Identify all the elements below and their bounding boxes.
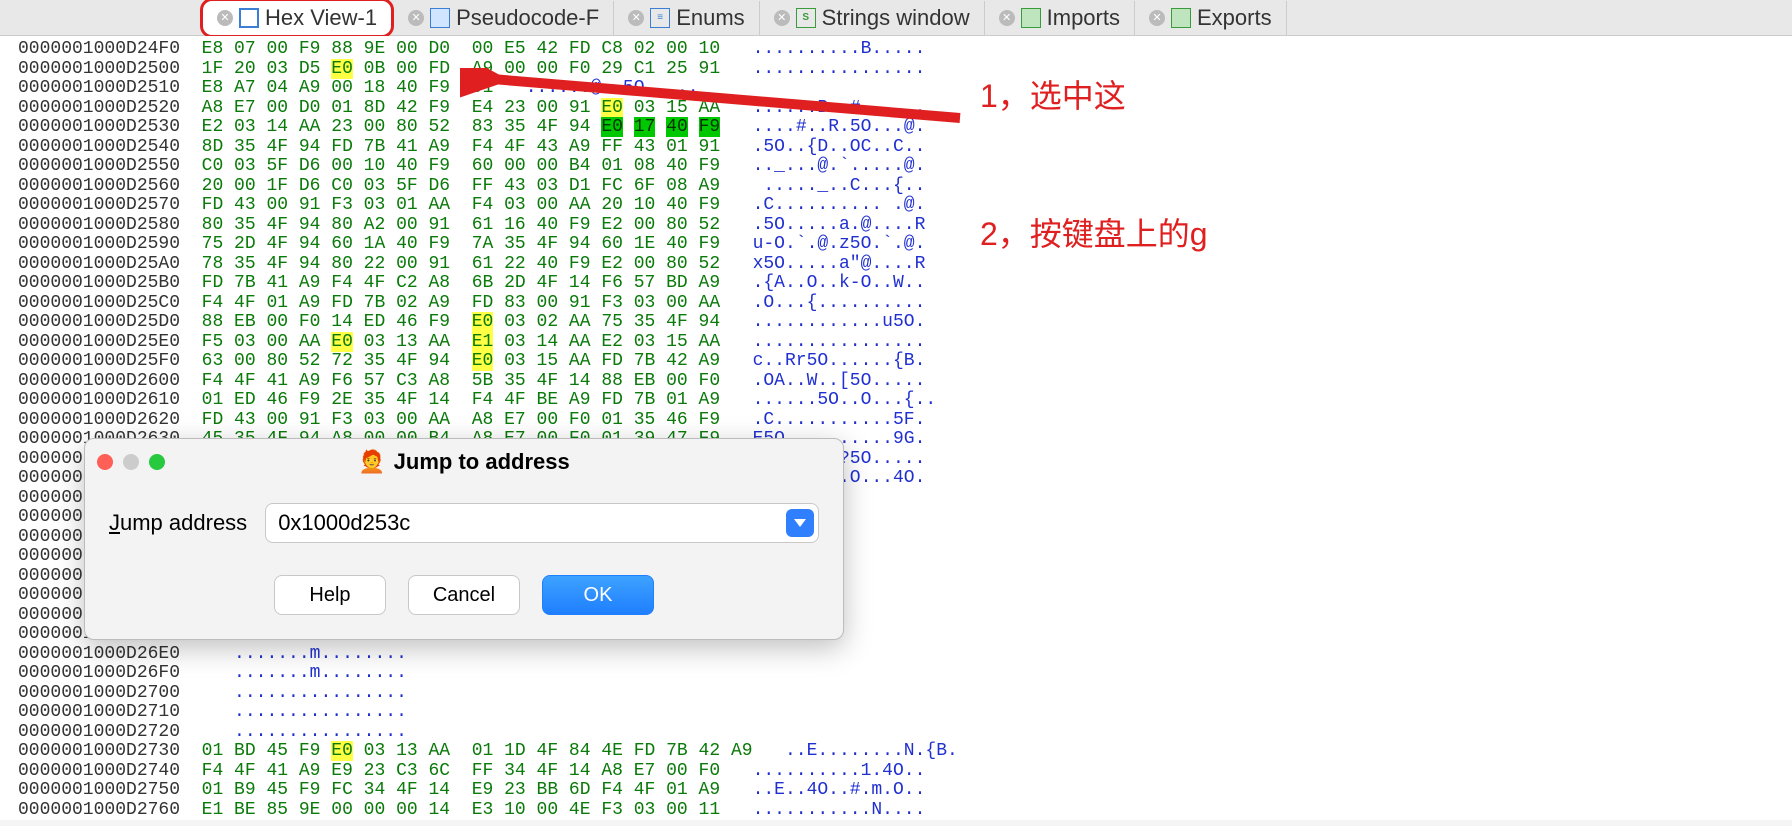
close-icon[interactable]: ✕ xyxy=(628,10,644,26)
ok-button[interactable]: OK xyxy=(542,575,654,615)
enums-icon: ≡ xyxy=(650,8,670,28)
close-icon[interactable]: ✕ xyxy=(217,10,233,26)
tab-label: Exports xyxy=(1197,5,1272,31)
close-icon[interactable]: ✕ xyxy=(999,10,1015,26)
tab-label: Enums xyxy=(676,5,744,31)
close-icon[interactable]: ✕ xyxy=(408,10,424,26)
tab-strings[interactable]: ✕ S Strings window xyxy=(760,1,985,35)
tab-label: Pseudocode-F xyxy=(456,5,599,31)
tab-exports[interactable]: ✕ Exports xyxy=(1135,1,1287,35)
tab-label: Strings window xyxy=(822,5,970,31)
hex-icon xyxy=(239,8,259,28)
tab-enums[interactable]: ✕ ≡ Enums xyxy=(614,1,759,35)
pseudocode-icon xyxy=(430,8,450,28)
tab-hex-view[interactable]: ✕ Hex View-1 xyxy=(200,0,394,38)
app-icon: 🧑‍🦰 xyxy=(358,449,385,475)
tab-bar: ✕ Hex View-1 ✕ Pseudocode-F ✕ ≡ Enums ✕ … xyxy=(0,0,1792,36)
jump-to-address-dialog: 🧑‍🦰 Jump to address Jump address Help Ca… xyxy=(84,438,844,640)
tab-label: Hex View-1 xyxy=(265,5,377,31)
jump-address-input[interactable] xyxy=(278,510,786,536)
close-icon[interactable]: ✕ xyxy=(774,10,790,26)
dialog-title: 🧑‍🦰 Jump to address xyxy=(85,449,843,475)
help-button[interactable]: Help xyxy=(274,575,386,615)
dialog-titlebar[interactable]: 🧑‍🦰 Jump to address xyxy=(85,439,843,485)
jump-address-label: Jump address xyxy=(109,510,247,536)
hex-view-panel[interactable]: 0000001000D24F0 E8 07 00 F9 88 9E 00 D0 … xyxy=(0,36,1792,820)
annotation-2: 2，按键盘上的g xyxy=(980,210,1208,258)
strings-icon: S xyxy=(796,8,816,28)
tab-imports[interactable]: ✕ Imports xyxy=(985,1,1135,35)
imports-icon xyxy=(1021,8,1041,28)
annotation-1: 1，选中这 xyxy=(980,72,1208,120)
jump-address-input-wrap xyxy=(265,503,819,543)
exports-icon xyxy=(1171,8,1191,28)
annotation-text: 1，选中这 2，按键盘上的g xyxy=(980,72,1208,258)
close-icon[interactable]: ✕ xyxy=(1149,10,1165,26)
tab-pseudocode[interactable]: ✕ Pseudocode-F xyxy=(394,1,614,35)
cancel-button[interactable]: Cancel xyxy=(408,575,520,615)
dropdown-icon[interactable] xyxy=(786,509,814,537)
tab-label: Imports xyxy=(1047,5,1120,31)
